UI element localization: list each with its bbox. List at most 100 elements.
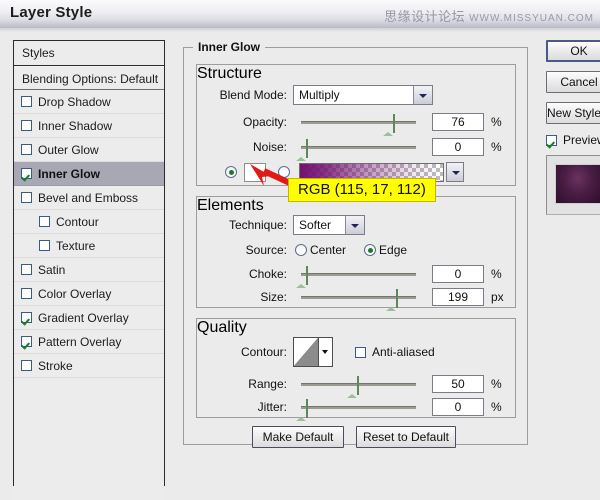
style-row-stroke[interactable]: Stroke <box>14 354 164 378</box>
style-checkbox[interactable] <box>21 288 32 299</box>
layer-style-dialog: Layer Style 思缘设计论坛WWW.MISSYUAN.COM Style… <box>0 0 600 500</box>
source-label: Source: <box>209 243 287 257</box>
source-edge-radio[interactable] <box>364 244 376 256</box>
style-row-label: Inner Glow <box>38 167 100 181</box>
chevron-down-icon[interactable] <box>345 216 364 234</box>
technique-label: Technique: <box>209 218 287 232</box>
noise-label: Noise: <box>209 140 287 154</box>
style-row-label: Drop Shadow <box>38 95 111 109</box>
style-row-label: Texture <box>56 239 95 253</box>
anti-aliased-label: Anti-aliased <box>372 345 435 359</box>
noise-unit: % <box>491 140 502 154</box>
range-row: Range: 50 % <box>209 375 502 393</box>
style-row-label: Color Overlay <box>38 287 111 301</box>
opacity-slider[interactable] <box>301 115 416 129</box>
technique-select[interactable]: Softer <box>293 215 365 235</box>
style-checkbox[interactable] <box>21 120 32 131</box>
chevron-down-icon[interactable] <box>318 338 332 366</box>
gradient-dropdown-button[interactable] <box>446 162 464 182</box>
jitter-slider[interactable] <box>301 400 416 414</box>
style-row-drop-shadow[interactable]: Drop Shadow <box>14 90 164 114</box>
style-row-inner-shadow[interactable]: Inner Shadow <box>14 114 164 138</box>
range-input[interactable]: 50 <box>432 375 484 393</box>
style-row-label: Gradient Overlay <box>38 311 129 325</box>
style-row-outer-glow[interactable]: Outer Glow <box>14 138 164 162</box>
noise-slider-track <box>301 146 416 149</box>
style-row-label: Pattern Overlay <box>38 335 121 349</box>
style-row-label: Satin <box>38 263 65 277</box>
style-row-contour[interactable]: Contour <box>14 210 164 234</box>
inner-glow-group: Inner Glow Structure Blend Mode: Multipl… <box>183 47 528 445</box>
quality-group: Quality Contour: Anti-aliased Range: 50 … <box>196 318 516 418</box>
preview-thumbnail <box>555 164 600 204</box>
style-row-inner-glow[interactable]: Inner Glow <box>14 162 164 186</box>
style-checkbox[interactable] <box>39 216 50 227</box>
style-checkbox[interactable] <box>21 312 32 323</box>
size-slider[interactable] <box>301 290 416 304</box>
chevron-down-icon[interactable] <box>447 163 463 181</box>
preview-checkbox-row[interactable]: Preview <box>546 133 600 147</box>
chevron-down-icon[interactable] <box>413 86 432 104</box>
choke-slider-thumb[interactable] <box>296 267 307 280</box>
style-checkbox[interactable] <box>21 144 32 155</box>
style-row-gradient-overlay[interactable]: Gradient Overlay <box>14 306 164 330</box>
style-checkbox[interactable] <box>21 360 32 371</box>
opacity-input[interactable]: 76 <box>432 113 484 131</box>
range-label: Range: <box>209 377 287 391</box>
opacity-row: Opacity: 76 % <box>209 113 502 131</box>
choke-input[interactable]: 0 <box>432 265 484 283</box>
page-title: Layer Style <box>10 4 92 21</box>
style-checkbox[interactable] <box>21 264 32 275</box>
technique-value: Softer <box>294 216 345 234</box>
jitter-row: Jitter: 0 % <box>209 398 502 416</box>
style-row-bevel-and-emboss[interactable]: Bevel and Emboss <box>14 186 164 210</box>
style-row-label: Inner Shadow <box>38 119 112 133</box>
preview-thumbnail-box <box>546 155 600 215</box>
style-row-label: Contour <box>56 215 99 229</box>
preview-checkbox[interactable] <box>546 135 557 146</box>
style-row-color-overlay[interactable]: Color Overlay <box>14 282 164 306</box>
jitter-unit: % <box>491 400 502 414</box>
style-checkbox[interactable] <box>21 168 32 179</box>
blending-options-row[interactable]: Blending Options: Default <box>14 66 164 90</box>
watermark: 思缘设计论坛WWW.MISSYUAN.COM <box>384 6 594 25</box>
cancel-button[interactable]: Cancel <box>546 71 600 93</box>
reset-to-default-button[interactable]: Reset to Default <box>356 426 456 448</box>
jitter-input[interactable]: 0 <box>432 398 484 416</box>
noise-slider[interactable] <box>301 140 416 154</box>
style-row-satin[interactable]: Satin <box>14 258 164 282</box>
inner-glow-group-title: Inner Glow <box>193 40 265 54</box>
source-center-radio[interactable] <box>295 244 307 256</box>
new-style-button[interactable]: New Style... <box>546 102 600 124</box>
choke-slider[interactable] <box>301 267 416 281</box>
noise-slider-thumb[interactable] <box>296 140 307 153</box>
style-checkbox[interactable] <box>21 336 32 347</box>
noise-input[interactable]: 0 <box>432 138 484 156</box>
blend-mode-select[interactable]: Multiply <box>293 85 433 105</box>
style-checkbox[interactable] <box>21 96 32 107</box>
range-slider[interactable] <box>301 377 416 391</box>
watermark-cn-text: 思缘设计论坛 <box>384 9 465 24</box>
anti-aliased-checkbox[interactable] <box>355 347 366 358</box>
styles-panel: Styles Blending Options: Default Drop Sh… <box>13 40 165 486</box>
contour-picker[interactable] <box>293 337 333 367</box>
fill-color-radio[interactable] <box>225 166 237 178</box>
style-row-texture[interactable]: Texture <box>14 234 164 258</box>
jitter-slider-thumb[interactable] <box>296 400 307 413</box>
opacity-slider-thumb[interactable] <box>383 115 394 128</box>
style-row-pattern-overlay[interactable]: Pattern Overlay <box>14 330 164 354</box>
size-input[interactable]: 199 <box>432 288 484 306</box>
style-checkbox[interactable] <box>39 240 50 251</box>
ok-button[interactable]: OK <box>546 40 600 62</box>
quality-group-title: Quality <box>197 319 515 337</box>
styles-list-filler <box>14 378 164 500</box>
styles-list: Drop Shadow Inner Shadow Outer Glow Inner G… <box>14 90 164 378</box>
choke-slider-track <box>301 273 416 276</box>
size-slider-thumb[interactable] <box>386 290 397 303</box>
preview-label: Preview <box>563 133 600 147</box>
style-checkbox[interactable] <box>21 192 32 203</box>
opacity-label: Opacity: <box>209 115 287 129</box>
make-default-button[interactable]: Make Default <box>252 426 344 448</box>
choke-label: Choke: <box>209 267 287 281</box>
range-slider-thumb[interactable] <box>347 377 358 390</box>
